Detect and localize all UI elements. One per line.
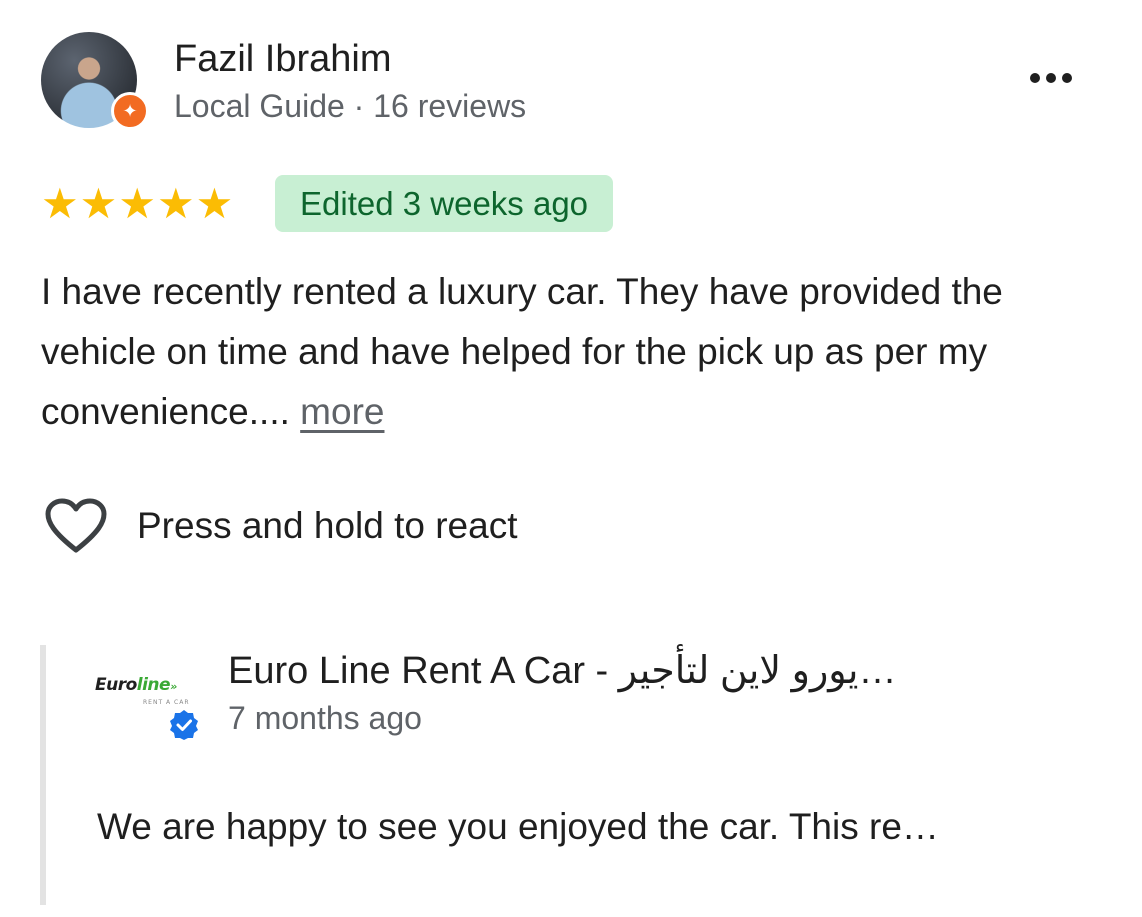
star-rating: ★ ★ ★ ★ ★ [41,181,233,227]
reviewer-meta: Local Guide · 16 reviews [174,88,527,124]
star-icon: ★ [156,180,195,227]
owner-response-text[interactable]: We are happy to see you enjoyed the car.… [97,806,939,848]
heart-outline-icon [45,498,107,553]
review-body: I have recently rented a luxury car. The… [41,271,1003,432]
react-label: Press and hold to react [137,505,518,546]
reviewer-name[interactable]: Fazil Ibrahim [174,38,392,81]
verified-check-icon [170,710,198,740]
more-options-icon[interactable] [1030,73,1072,83]
logo-subtitle: RENT A CAR [143,699,190,706]
star-icon: ★ [41,180,79,227]
star-icon: ★ [195,180,234,227]
response-divider [40,645,46,905]
star-icon: ★ [79,180,118,227]
logo-text-dark: Euro [95,675,137,695]
logo-text-green: line [136,675,171,695]
owner-name[interactable]: Euro Line Rent A Car - يورو لاين لتأجير… [228,648,897,693]
star-icon: ★ [118,180,156,227]
review-text: I have recently rented a luxury car. The… [41,262,1101,442]
local-guide-star-icon: ✦ [111,92,149,130]
edited-badge: Edited 3 weeks ago [275,175,614,232]
more-link[interactable]: more [300,391,384,432]
react-button[interactable]: Press and hold to react [45,498,518,554]
owner-response-time: 7 months ago [228,700,422,736]
